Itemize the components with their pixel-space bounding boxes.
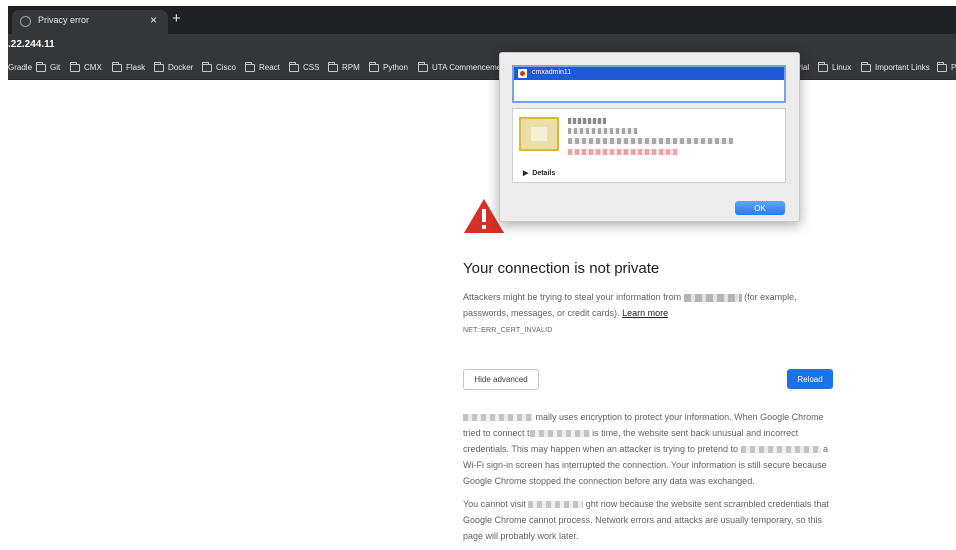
bookmark-label: RPM <box>342 63 360 72</box>
certificate-details-panel: ▶ Details <box>512 108 786 183</box>
bookmark-label: UTA Commenceme... <box>432 63 508 72</box>
bookmark-label: CMX <box>84 63 102 72</box>
bookmark-label: Git <box>50 63 61 72</box>
error-description: Attackers might be trying to steal your … <box>463 289 838 321</box>
bookmarks-bar: Gradle Git CMX Flask Docker Cisco React … <box>8 58 956 80</box>
bookmark-cisco[interactable]: Cisco <box>202 61 237 72</box>
redacted-text <box>463 414 533 422</box>
folder-icon <box>937 61 947 72</box>
advanced-paragraph: mally uses encryption to protect your in… <box>463 409 835 489</box>
bookmark-label: Important Links <box>875 63 930 72</box>
bookmark-docker[interactable]: Docker <box>154 61 194 72</box>
redacted-line <box>568 149 678 155</box>
folder-icon <box>818 61 828 72</box>
bookmark-label: P <box>951 63 956 72</box>
learn-more-link[interactable]: Learn more <box>622 308 668 318</box>
tab-strip: Privacy error × + <box>8 6 956 34</box>
certificate-row-selected[interactable]: cmxadmin11 <box>514 67 784 80</box>
folder-icon <box>202 61 212 72</box>
bookmark-python[interactable]: Python <box>369 61 408 72</box>
bookmark-label: Docker <box>168 63 194 72</box>
bookmark-gradle[interactable]: Gradle <box>8 63 32 72</box>
details-label: Details <box>532 170 556 177</box>
bookmark-label: Linux <box>832 63 852 72</box>
bookmark-rpm[interactable]: RPM <box>328 61 360 72</box>
certificate-name: cmxadmin11 <box>532 69 572 76</box>
bookmark-uta[interactable]: UTA Commenceme... <box>418 61 508 72</box>
description-text: Attackers might be trying to steal your … <box>463 292 682 302</box>
bookmark-label: Gradle <box>8 63 33 72</box>
tab-privacy-error[interactable]: Privacy error × <box>12 10 168 34</box>
folder-icon <box>289 61 299 72</box>
bookmark-label: Flask <box>126 63 146 72</box>
details-disclosure[interactable]: ▶ Details <box>523 169 555 177</box>
bookmark-flask[interactable]: Flask <box>112 61 146 72</box>
certificate-list[interactable]: cmxadmin11 <box>512 65 786 103</box>
bookmark-css[interactable]: CSS <box>289 61 320 72</box>
folder-icon <box>418 61 428 72</box>
page-title: Your connection is not private <box>463 260 660 277</box>
address-text[interactable]: .22.244.11 <box>8 39 55 50</box>
bookmark-react[interactable]: React <box>245 61 280 72</box>
hide-advanced-button[interactable]: Hide advanced <box>463 369 539 390</box>
bookmark-git[interactable]: Git <box>36 61 61 72</box>
globe-icon <box>20 16 31 27</box>
redacted-line <box>568 118 606 124</box>
paragraph-text: You cannot visit <box>463 499 526 509</box>
folder-icon <box>369 61 379 72</box>
folder-icon <box>328 61 338 72</box>
bookmark-label: Cisco <box>216 63 237 72</box>
bookmark-linux[interactable]: Linux <box>818 61 852 72</box>
browser-window: Privacy error × + .22.244.11 Gradle Git … <box>8 6 956 550</box>
ok-button[interactable]: OK <box>735 201 785 215</box>
client-certificate-dialog: cmxadmin11 ▶ Details OK <box>499 52 800 222</box>
advanced-paragraph-2: You cannot visit ght now because the web… <box>463 496 835 544</box>
new-tab-button[interactable]: + <box>172 11 181 26</box>
redacted-host <box>683 293 742 302</box>
address-bar[interactable]: .22.244.11 <box>8 34 956 58</box>
redacted-text <box>528 501 584 509</box>
bookmark-label: Python <box>383 63 408 72</box>
close-tab-icon[interactable]: × <box>150 13 157 27</box>
redacted-line <box>568 128 638 134</box>
certificate-image-icon <box>519 117 559 151</box>
bookmark-label: CSS <box>303 63 320 72</box>
folder-icon <box>36 61 46 72</box>
error-code: NET::ERR_CERT_INVALID <box>463 327 553 334</box>
folder-icon <box>245 61 255 72</box>
folder-icon <box>861 61 871 72</box>
folder-icon <box>70 61 80 72</box>
folder-icon <box>154 61 164 72</box>
tab-title: Privacy error <box>38 15 90 25</box>
bookmark-important-links[interactable]: Important Links <box>861 61 930 72</box>
redacted-text <box>529 430 590 438</box>
reload-button[interactable]: Reload <box>787 369 833 389</box>
bookmark-label: React <box>259 63 280 72</box>
redacted-text <box>740 446 821 454</box>
folder-icon <box>112 61 122 72</box>
certificate-icon <box>518 69 527 78</box>
redacted-line <box>568 138 733 144</box>
bookmark-cmx[interactable]: CMX <box>70 61 102 72</box>
bookmark-p[interactable]: P <box>937 61 956 72</box>
